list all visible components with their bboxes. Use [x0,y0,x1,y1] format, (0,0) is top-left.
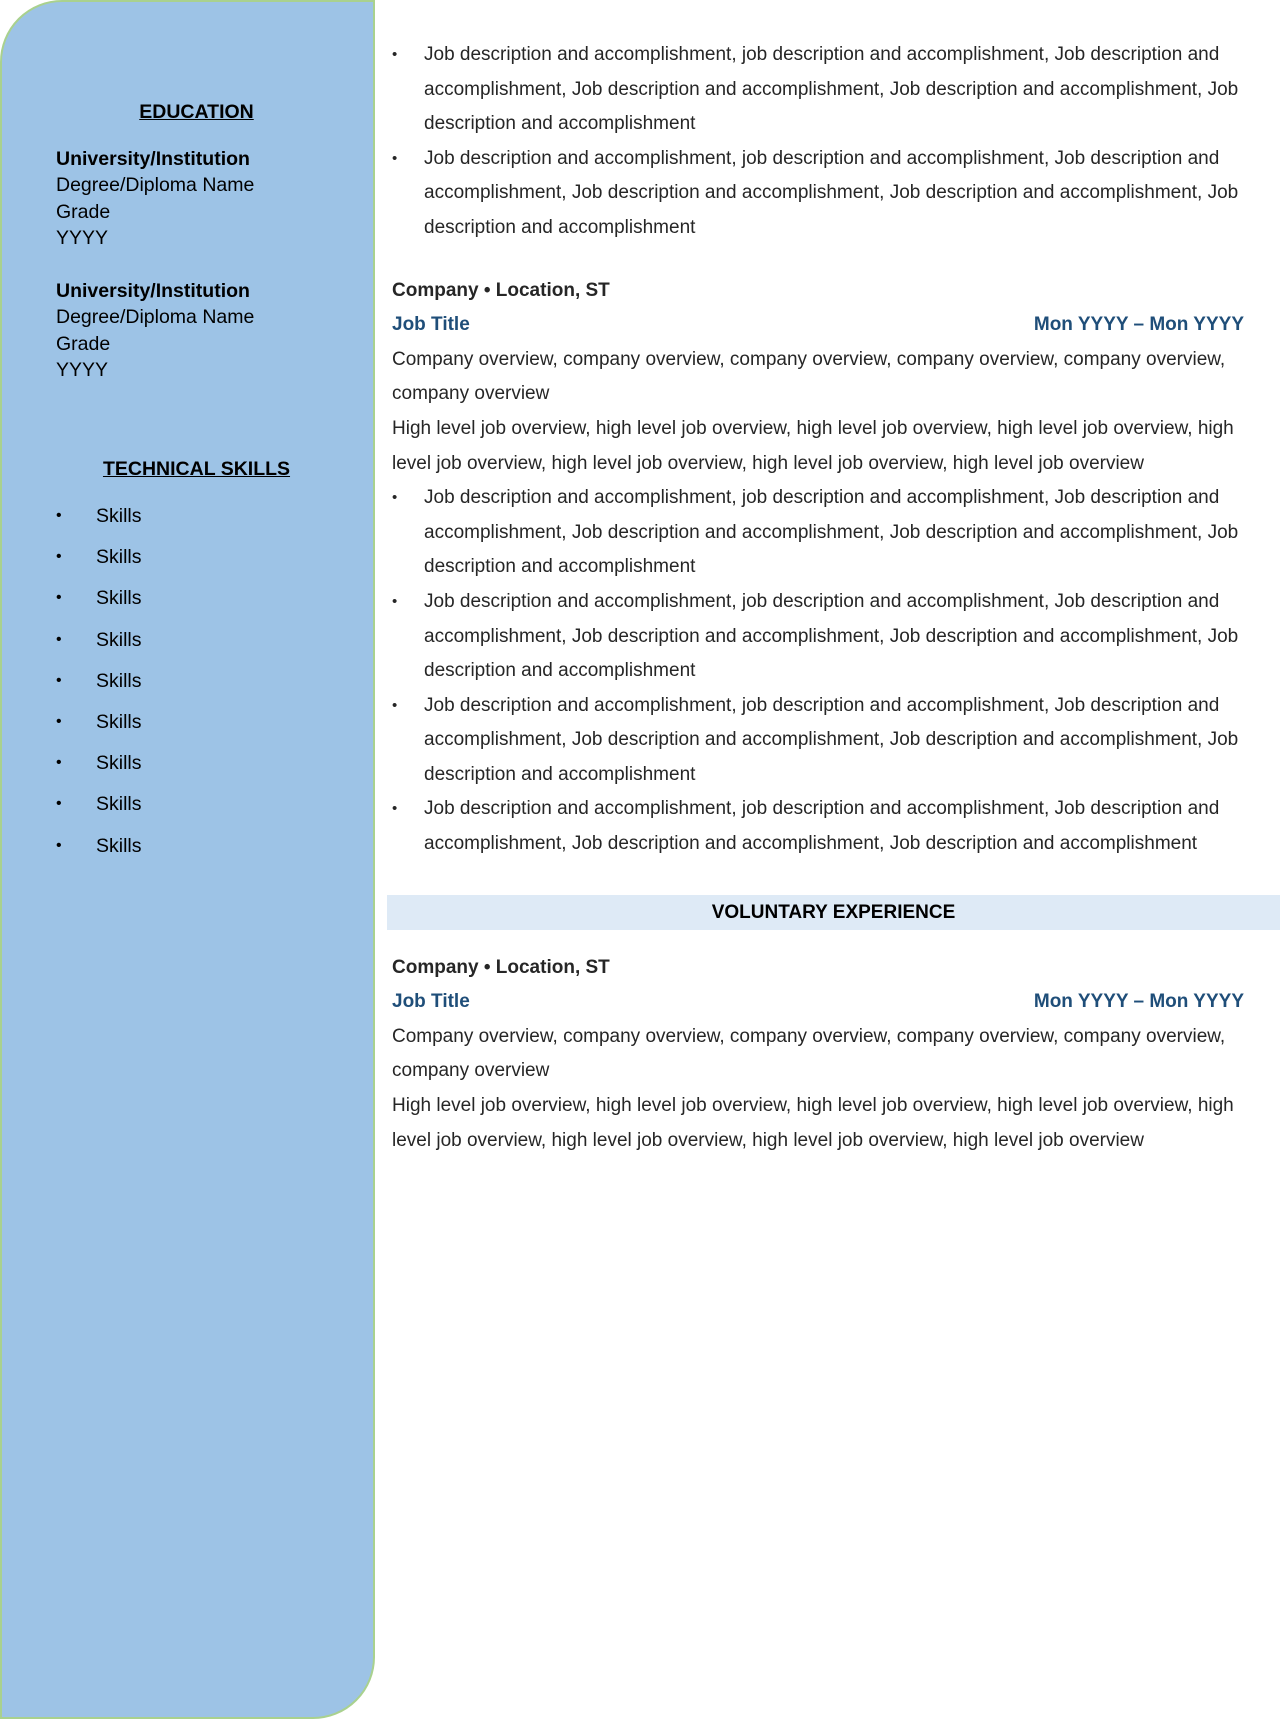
accomplishment-item: • Job description and accomplishment, job… [392,481,1280,585]
skill-label: Skills [96,505,142,527]
accomplishment-text: Job description and accomplishment, job … [424,798,1220,855]
skill-label: Skills [96,834,142,857]
skill-item: • Skills [56,833,142,874]
skill-label: Skills [96,752,142,775]
skill-item: • Skills [56,750,142,791]
grade: Grade [56,332,111,355]
job-dates: Mon YYYY – Mon YYYY [1033,991,1244,1013]
voluntary-experience-heading: VOLUNTARY EXPERIENCE [387,894,1280,930]
bullet-icon: • [56,671,62,689]
bullet-icon: • [56,754,62,772]
technical-skills-heading: TECHNICAL SKILLS [102,458,291,480]
bullet-icon: • [56,712,62,730]
job-overview: High level job overview, high level job … [392,417,1234,474]
job-title: Job Title [392,991,470,1013]
bullet-icon: • [392,489,398,507]
company-overview: Company overview, company overview, comp… [392,348,1226,405]
accomplishment-item: • Job description and accomplishment, job… [392,38,1280,142]
skills-list: • Skills • Skills • Skills • Skills • Skills … [56,503,142,874]
grade: Grade [56,200,111,223]
year: YYYY [56,226,109,249]
bullet-icon: • [56,836,62,854]
job-dates: Mon YYYY – Mon YYYY [1033,314,1244,336]
job-title-row: Job Title Mon YYYY – Mon YYYY [392,985,1280,1020]
skill-item: • Skills [56,544,142,585]
institution-name: University/Institution [56,280,250,302]
accomplishment-item: • Job description and accomplishment, job… [392,142,1280,246]
company-location: Company • Location, ST [392,279,610,301]
skill-item: • Skills [56,709,142,750]
bullet-icon: • [56,630,62,648]
education-heading: EDUCATION [139,101,254,123]
skill-label: Skills [96,793,142,816]
bullet-icon: • [392,149,398,167]
accomplishment-text: Job description and accomplishment, job … [424,147,1239,238]
skill-item: • Skills [56,668,142,709]
accomplishment-item: • Job description and accomplishment, job… [392,689,1280,793]
skill-item: • Skills [56,503,142,544]
skill-label: Skills [96,628,142,651]
job-title-row: Job Title Mon YYYY – Mon YYYY [392,308,1280,343]
education-entry: University/Institution Degree/Diploma Na… [56,278,254,383]
skill-label: Skills [96,587,142,610]
skill-item: • Skills [56,627,142,668]
skill-item: • Skills [56,585,142,626]
main-column: • Job description and accomplishment, job… [387,38,1280,1158]
bullet-icon: • [56,795,62,813]
bullet-icon: • [392,696,398,714]
year: YYYY [56,358,109,381]
company-location: Company • Location, ST [392,956,610,978]
accomplishment-item: • Job description and accomplishment, job… [392,792,1280,861]
accomplishment-text: Job description and accomplishment, job … [424,694,1239,785]
accomplishment-item: • Job description and accomplishment, job… [392,585,1280,689]
institution-name: University/Institution [56,148,250,170]
company-overview: Company overview, company overview, comp… [392,1025,1226,1082]
job-title: Job Title [392,314,470,336]
skill-label: Skills [96,669,142,692]
bullet-icon: • [392,46,398,63]
accomplishment-text: Job description and accomplishment, job … [424,590,1239,682]
skill-item: • Skills [56,791,142,832]
bullet-icon: • [56,548,62,566]
job1-bullets: • Job description and accomplishment, job… [392,38,1280,246]
accomplishment-text: Job description and accomplishment, job … [424,487,1239,578]
bullet-icon: • [56,507,62,524]
education-entry: University/Institution Degree/Diploma Na… [56,146,254,251]
degree-name: Degree/Diploma Name [56,306,255,329]
skill-label: Skills [96,710,142,733]
job2-bullets: • Job description and accomplishment, job… [392,481,1280,862]
bullet-icon: • [392,800,398,818]
bullet-icon: • [392,592,398,610]
accomplishment-text: Job description and accomplishment, job … [424,44,1239,135]
degree-name: Degree/Diploma Name [56,174,255,197]
bullet-icon: • [56,589,62,607]
job-overview: High level job overview, high level job … [392,1095,1234,1151]
skill-label: Skills [96,546,142,569]
